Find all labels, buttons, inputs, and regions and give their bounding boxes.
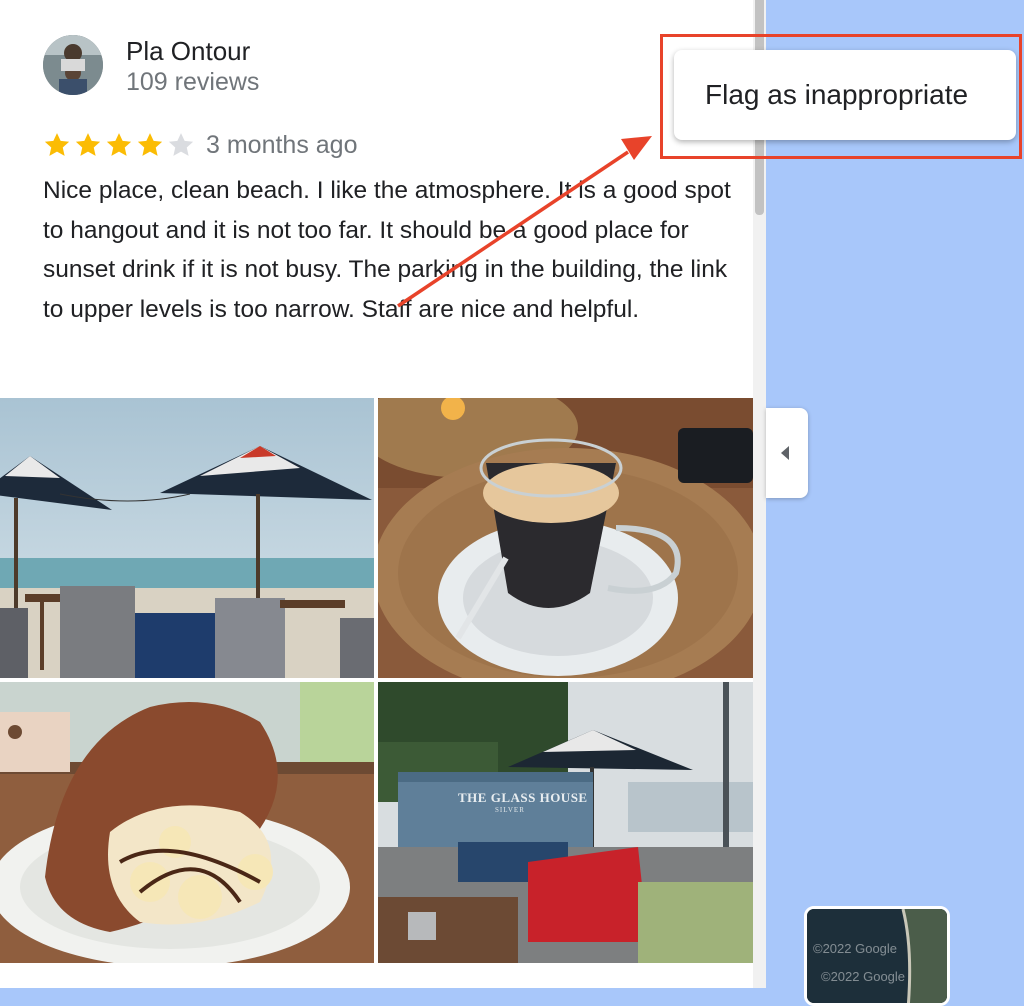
review-photo-glass-house[interactable]: THE GLASS HOUSE SILVER: [378, 682, 753, 963]
crepe-photo-image: [0, 682, 374, 963]
review-photo-coffee[interactable]: [378, 398, 753, 678]
star-icon: [168, 133, 194, 156]
reviewer-avatar[interactable]: [43, 35, 103, 95]
review-photo-crepe[interactable]: [0, 682, 374, 963]
star-icon: [106, 133, 132, 156]
satellite-map-icon: [807, 909, 947, 1003]
map-credit-1: ©2022 Google: [813, 941, 898, 956]
star-rating: [42, 130, 196, 160]
review-text: Nice place, clean beach. I like the atmo…: [43, 177, 731, 323]
review-panel-scrollbar[interactable]: [753, 0, 766, 988]
avatar-photo-icon: [43, 35, 103, 95]
star-icon: [75, 133, 101, 156]
beach-photo-image: [0, 398, 374, 678]
coffee-photo-image: [378, 398, 753, 678]
collapse-panel-button[interactable]: [766, 408, 808, 498]
flag-menu-item[interactable]: Flag as inappropriate: [674, 50, 1016, 140]
review-time: 3 months ago: [206, 131, 358, 159]
review-photo-beach[interactable]: [0, 398, 374, 678]
map-layer-thumbnail[interactable]: ©2022 Google ©2022 Google: [804, 906, 950, 1006]
glass-house-sign-subtext: SILVER: [495, 806, 525, 814]
star-icon: [44, 133, 70, 156]
review-panel: Pla Ontour 109 reviews 3 months ago Nice…: [0, 0, 766, 988]
glass-house-photo-image: [378, 682, 753, 963]
flag-menu-label: Flag as inappropriate: [705, 79, 969, 110]
map-credit-2: ©2022 Google: [821, 969, 906, 984]
reviewer-review-count: 109 reviews: [126, 68, 260, 96]
glass-house-sign-text: THE GLASS HOUSE: [458, 790, 588, 805]
reviewer-name[interactable]: Pla Ontour: [126, 36, 250, 67]
star-icon: [137, 133, 163, 156]
chevron-left-icon: [781, 446, 789, 460]
